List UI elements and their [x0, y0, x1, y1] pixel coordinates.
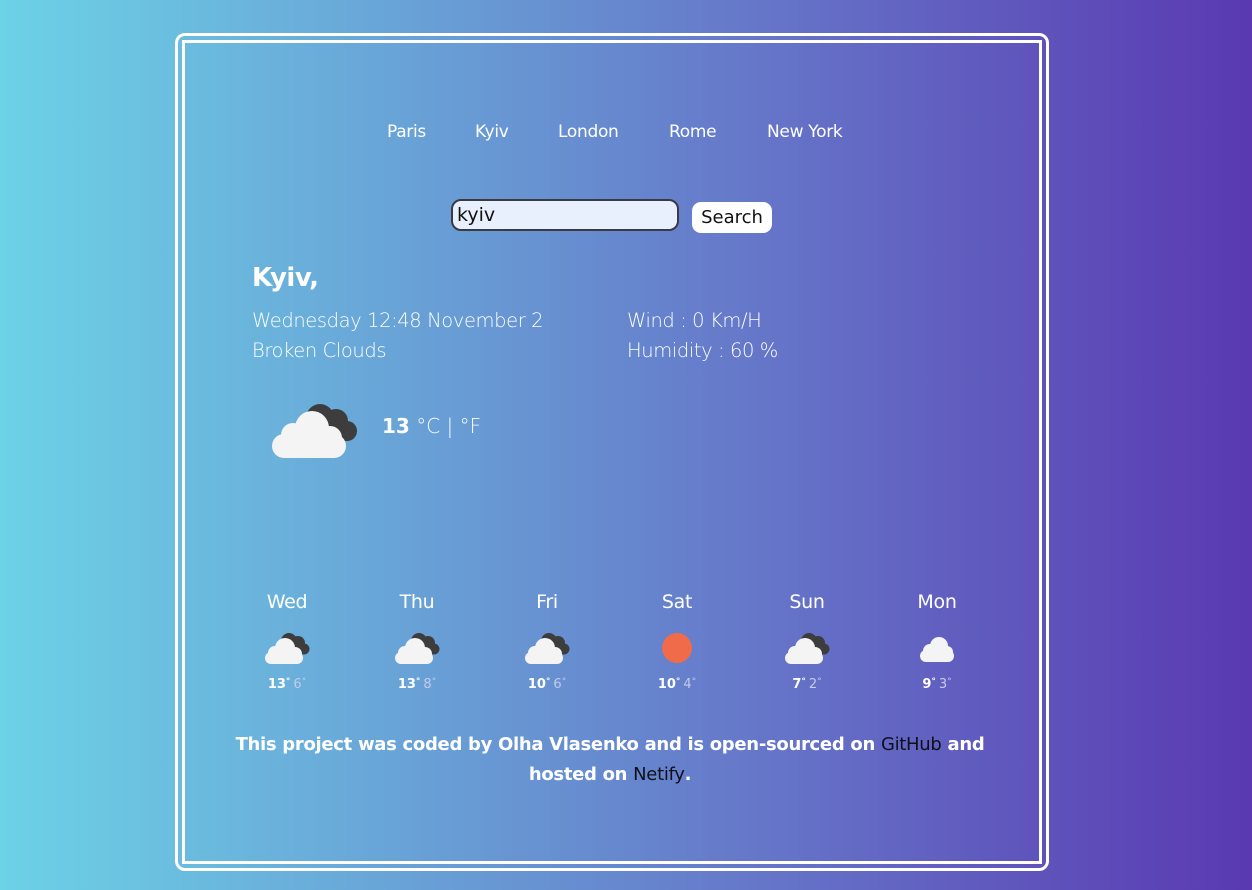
forecast-temp-max: 10°	[657, 677, 681, 692]
forecast-temps: 10° 6°	[497, 677, 597, 692]
netlify-link[interactable]: Netify	[633, 764, 685, 785]
forecast-temps: 13° 6°	[237, 677, 337, 692]
city-title: Kyiv,	[252, 263, 319, 293]
unit-separator: |	[446, 414, 454, 438]
search-input[interactable]	[451, 199, 679, 231]
footer-text: .	[684, 764, 692, 785]
forecast-day-name: Thu	[399, 591, 435, 613]
forecast-temps: 10° 4°	[627, 677, 727, 692]
broken-clouds-icon	[395, 633, 440, 664]
forecast-temp-min: 2°	[808, 677, 822, 692]
footer-text: This project was coded by Olha Vlasenko …	[235, 734, 876, 755]
forecast-temp-min: 6°	[553, 677, 567, 692]
city-link-kyiv[interactable]: Kyiv	[475, 122, 509, 142]
forecast-temp-max: 9°	[922, 677, 936, 692]
forecast-day: Mon 9° 3°	[887, 590, 987, 692]
forecast-day-name: Wed	[266, 591, 308, 613]
forecast-day: Thu 13° 8°	[367, 590, 467, 692]
city-link-paris[interactable]: Paris	[387, 122, 426, 142]
forecast-day: Sat 10° 4°	[627, 590, 727, 692]
city-nav: Paris Kyiv London Rome New York	[0, 122, 1252, 146]
forecast-day-name: Mon	[917, 591, 957, 613]
forecast-temp-max: 10°	[527, 677, 551, 692]
forecast-day: Wed 13° 6°	[237, 590, 337, 692]
forecast-temp-max: 7°	[792, 677, 806, 692]
forecast-temp-min: 8°	[423, 677, 437, 692]
broken-clouds-icon	[785, 633, 830, 664]
temperature-value: 13	[382, 414, 410, 438]
forecast-temp-min: 6°	[293, 677, 307, 692]
current-datetime: Wednesday 12:48 November 2	[252, 309, 544, 332]
city-link-london[interactable]: London	[558, 122, 619, 142]
wind-speed: Wind : 0 Km/H	[627, 309, 762, 332]
forecast-day: Fri 10° 6°	[497, 590, 597, 692]
forecast-day-name: Fri	[536, 591, 558, 613]
celsius-link[interactable]: °C	[416, 414, 440, 438]
forecast-day-name: Sun	[789, 591, 825, 613]
github-link[interactable]: GitHub	[881, 734, 942, 755]
broken-clouds-icon	[265, 633, 310, 664]
forecast-temps: 7° 2°	[757, 677, 857, 692]
humidity: Humidity : 60 %	[627, 339, 778, 362]
broken-clouds-icon	[525, 633, 570, 664]
forecast-temp-max: 13°	[267, 677, 291, 692]
fahrenheit-link[interactable]: °F	[460, 414, 482, 438]
forecast-temps: 9° 3°	[887, 677, 987, 692]
forecast-day: Sun 7° 2°	[757, 590, 857, 692]
forecast-temp-min: 4°	[683, 677, 697, 692]
forecast-temps: 13° 8°	[367, 677, 467, 692]
clear-sky-sun-icon	[662, 633, 692, 663]
cloud-icon	[920, 637, 954, 662]
city-link-new-york[interactable]: New York	[767, 122, 843, 142]
forecast-temp-max: 13°	[397, 677, 421, 692]
weather-description: Broken Clouds	[252, 339, 387, 362]
forecast-temp-min: 3°	[938, 677, 952, 692]
city-link-rome[interactable]: Rome	[669, 122, 717, 142]
search-button[interactable]: Search	[692, 202, 772, 233]
footer-credits: This project was coded by Olha Vlasenko …	[230, 730, 990, 790]
broken-clouds-icon	[272, 404, 357, 458]
current-temperature: 13 °C | °F	[382, 414, 481, 438]
forecast-day-name: Sat	[661, 591, 693, 613]
